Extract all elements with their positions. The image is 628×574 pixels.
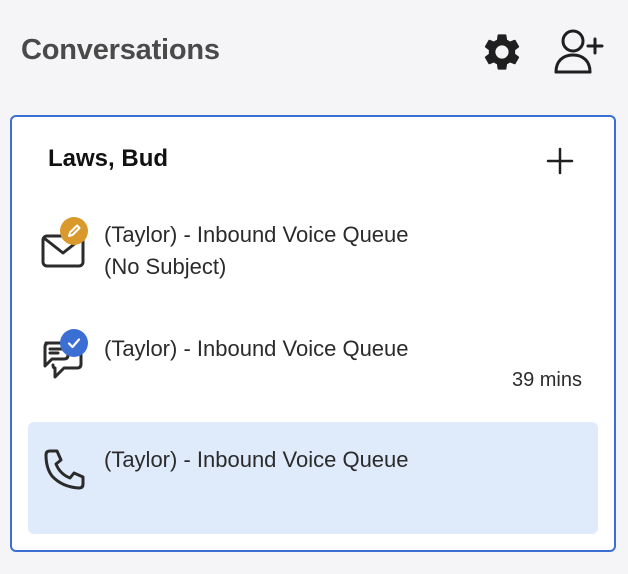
checkmark-icon xyxy=(67,338,81,349)
settings-button[interactable] xyxy=(478,28,526,76)
conversation-text: (Taylor) - Inbound Voice Queue xyxy=(104,444,409,476)
conversation-time: 39 mins xyxy=(511,369,582,391)
conversation-title: (Taylor) - Inbound Voice Queue xyxy=(104,447,409,472)
pencil-badge xyxy=(60,217,88,245)
add-conversation-button[interactable] xyxy=(542,143,578,179)
conversation-title: (Taylor) - Inbound Voice Queue xyxy=(104,222,409,247)
conversation-item-email[interactable]: (Taylor) - Inbound Voice Queue (No Subje… xyxy=(28,207,598,299)
conversation-subtitle: (No Subject) xyxy=(104,254,227,279)
gear-icon xyxy=(484,34,520,70)
pencil-icon xyxy=(68,224,81,237)
checkmark-badge xyxy=(60,329,88,357)
phone-icon xyxy=(44,449,85,490)
conversation-text: (Taylor) - Inbound Voice Queue xyxy=(104,333,409,365)
conversations-header: Conversations xyxy=(0,0,628,110)
conversation-text: (Taylor) - Inbound Voice Queue (No Subje… xyxy=(104,219,409,283)
add-user-button[interactable] xyxy=(550,24,606,80)
plus-icon xyxy=(546,147,574,175)
conversation-item-call[interactable]: (Taylor) - Inbound Voice Queue xyxy=(28,422,598,534)
conversation-item-chat[interactable]: (Taylor) - Inbound Voice Queue 39 mins xyxy=(28,317,598,417)
add-user-icon xyxy=(554,29,604,74)
page-title: Conversations xyxy=(21,34,220,66)
contact-card: Laws, Bud (Taylor) - Inbound Voice Queue… xyxy=(10,115,616,552)
conversation-title: (Taylor) - Inbound Voice Queue xyxy=(104,336,409,361)
contact-name: Laws, Bud xyxy=(48,145,169,172)
